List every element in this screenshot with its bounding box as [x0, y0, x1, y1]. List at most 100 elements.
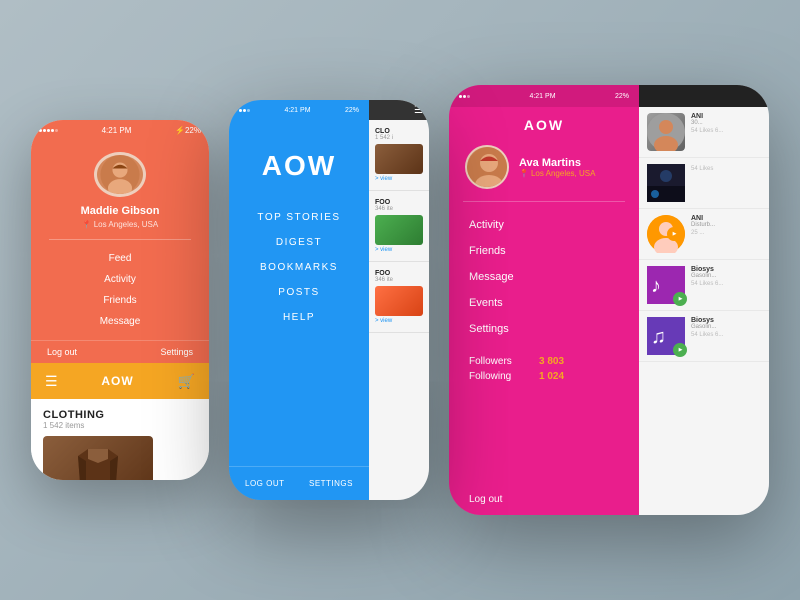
status-bar-1: 4:21 PM ⚡22%	[31, 120, 209, 140]
feed-item-1: ANI 30... 54 Likes 6...	[639, 107, 769, 158]
user-name-1: Maddie Gibson	[81, 205, 160, 217]
menu-bookmarks[interactable]: BOOKMARKS	[260, 262, 338, 273]
phone-pink-sidebar: 4:21 PM 22% AOW Ava Martins 📍	[449, 85, 769, 515]
nav-activity-1[interactable]: Activity	[31, 269, 209, 290]
feed-text-3: ANI Disturb... 25 ...	[691, 215, 761, 236]
nav-activity-3[interactable]: Activity	[449, 212, 639, 238]
category-title-1: CLOTHING	[43, 409, 197, 421]
status-bar-2: 4:21 PM 22%	[229, 100, 369, 120]
app-logo-2: AOW	[229, 120, 369, 212]
feed-item-3: ANI Disturb... 25 ...	[639, 209, 769, 260]
logout-3[interactable]: Log out	[449, 484, 639, 515]
phones-container: 4:21 PM ⚡22% Maddie Gibson 📍 Los Angeles…	[31, 85, 769, 515]
avatar-1	[94, 152, 146, 197]
nav-friends-3[interactable]: Friends	[449, 238, 639, 264]
signal-2	[239, 109, 250, 112]
following-label: Following	[469, 371, 539, 382]
content-item-food2: FOO 346 ite > view	[369, 262, 429, 333]
product-image-1	[43, 436, 153, 480]
nav-events-3[interactable]: Events	[449, 290, 639, 316]
logout-1[interactable]: Log out	[47, 347, 77, 357]
thumb-food2	[375, 286, 423, 316]
thumb-food1	[375, 215, 423, 245]
menu-top-stories[interactable]: TOP STORIES	[257, 212, 340, 223]
divider-1	[49, 239, 191, 240]
following-row: Following 1 024	[469, 371, 619, 382]
signal-indicator	[39, 129, 58, 132]
feed-text-5: Biosys Gasolin... 54 Likes 6...	[691, 317, 761, 338]
settings-2[interactable]: SETTINGS	[309, 479, 353, 488]
content-item-food1: FOO 346 ite > view	[369, 191, 429, 262]
menu-digest[interactable]: DIGEST	[276, 237, 322, 248]
settings-1[interactable]: Settings	[160, 347, 193, 357]
followers-row: Followers 3 803	[469, 356, 619, 367]
feed-text-4: Biosys Gasolin... 54 Likes 6...	[691, 266, 761, 287]
following-value: 1 024	[539, 371, 564, 382]
hamburger-icon-2[interactable]: ☰	[414, 105, 423, 116]
signal-3	[459, 95, 470, 98]
status-time-1: 4:21 PM	[102, 126, 132, 135]
nav-message-1[interactable]: Message	[31, 311, 209, 332]
user-info-3: Ava Martins 📍 Los Angeles, USA	[519, 157, 595, 178]
user-location-1: 📍 Los Angeles, USA	[82, 220, 158, 229]
hamburger-icon-1[interactable]: ☰	[45, 373, 58, 390]
app-title-3: AOW	[449, 107, 639, 145]
followers-value: 3 803	[539, 356, 564, 367]
cart-icon-1[interactable]: 🛒	[178, 373, 195, 390]
followers-label: Followers	[469, 356, 539, 367]
logout-2[interactable]: LOG OUT	[245, 479, 285, 488]
feed-thumb-5-wrap: ♫ ▶	[647, 317, 685, 355]
user-section-3: Ava Martins 📍 Los Angeles, USA	[449, 145, 639, 201]
battery-2: 22%	[345, 107, 359, 114]
stats-section-3: Followers 3 803 Following 1 024	[449, 342, 639, 394]
battery-icon-1: ⚡22%	[175, 126, 201, 135]
feed-thumb-1	[647, 113, 685, 151]
feed-panel-3: ANI 30... 54 Likes 6...	[639, 85, 769, 515]
battery-3: 22%	[615, 93, 629, 100]
sidebar-footer-1: Log out Settings	[31, 340, 209, 363]
bottom-bar-1: ☰ AOW 🛒	[31, 363, 209, 399]
svg-text:♪: ♪	[651, 275, 661, 297]
phone-orange-sidebar: 4:21 PM ⚡22% Maddie Gibson 📍 Los Angeles…	[31, 120, 209, 480]
sidebar-1: Maddie Gibson 📍 Los Angeles, USA Feed Ac…	[31, 140, 209, 340]
pink-sidebar-panel: 4:21 PM 22% AOW Ava Martins 📍	[449, 85, 639, 515]
feed-thumb-3-wrap	[647, 215, 685, 253]
app-title-1: AOW	[101, 374, 133, 388]
feed-item-2: 54 Likes	[639, 158, 769, 209]
blue-menu-panel: 4:21 PM 22% AOW TOP STORIES DIGEST BOOKM…	[229, 100, 369, 500]
nav-message-3[interactable]: Message	[449, 264, 639, 290]
play-button-3[interactable]	[667, 227, 681, 241]
menu-bottom-links: LOG OUT SETTINGS	[229, 466, 369, 500]
phone-blue-menu: 4:21 PM 22% AOW TOP STORIES DIGEST BOOKM…	[229, 100, 429, 500]
feed-text-2: 54 Likes	[691, 164, 761, 172]
play-button-4[interactable]: ▶	[673, 292, 687, 306]
user-name-3: Ava Martins	[519, 157, 595, 169]
location-icon-3: 📍	[519, 169, 529, 178]
play-button-5[interactable]: ▶	[673, 343, 687, 357]
divider-3	[463, 201, 625, 202]
user-location-3: 📍 Los Angeles, USA	[519, 169, 595, 178]
nav-friends-1[interactable]: Friends	[31, 290, 209, 311]
feed-item-4: ♪ ▶ Biosys Gasolin... 54 Likes 6...	[639, 260, 769, 311]
content-area-1: CLOTHING 1 542 items > view products	[31, 399, 209, 480]
status-bar-right-2: ☰	[369, 100, 429, 120]
content-strip-2: ☰ CLO 1 542 i > view FOO 346 ite > view …	[369, 100, 429, 500]
feed-item-5: ♫ ▶ Biosys Gasolin... 54 Likes 6...	[639, 311, 769, 362]
content-item-clothing: CLO 1 542 i > view	[369, 120, 429, 191]
svg-text:♫: ♫	[651, 326, 666, 348]
menu-items-2: TOP STORIES DIGEST BOOKMARKS POSTS HELP	[229, 212, 369, 466]
status-time-3: 4:21 PM	[529, 93, 555, 100]
nav-feed-1[interactable]: Feed	[31, 248, 209, 269]
status-bar-feed	[639, 85, 769, 107]
thumb-clothing	[375, 144, 423, 174]
nav-settings-3[interactable]: Settings	[449, 316, 639, 342]
menu-help[interactable]: HELP	[283, 312, 315, 323]
feed-thumb-2	[647, 164, 685, 202]
category-count-1: 1 542 items	[43, 421, 197, 430]
status-bar-3: 4:21 PM 22%	[449, 85, 639, 107]
menu-posts[interactable]: POSTS	[278, 287, 319, 298]
location-icon-1: 📍	[82, 220, 92, 229]
feed-thumb-4-wrap: ♪ ▶	[647, 266, 685, 304]
status-time-2: 4:21 PM	[284, 107, 310, 114]
avatar-3	[465, 145, 509, 189]
